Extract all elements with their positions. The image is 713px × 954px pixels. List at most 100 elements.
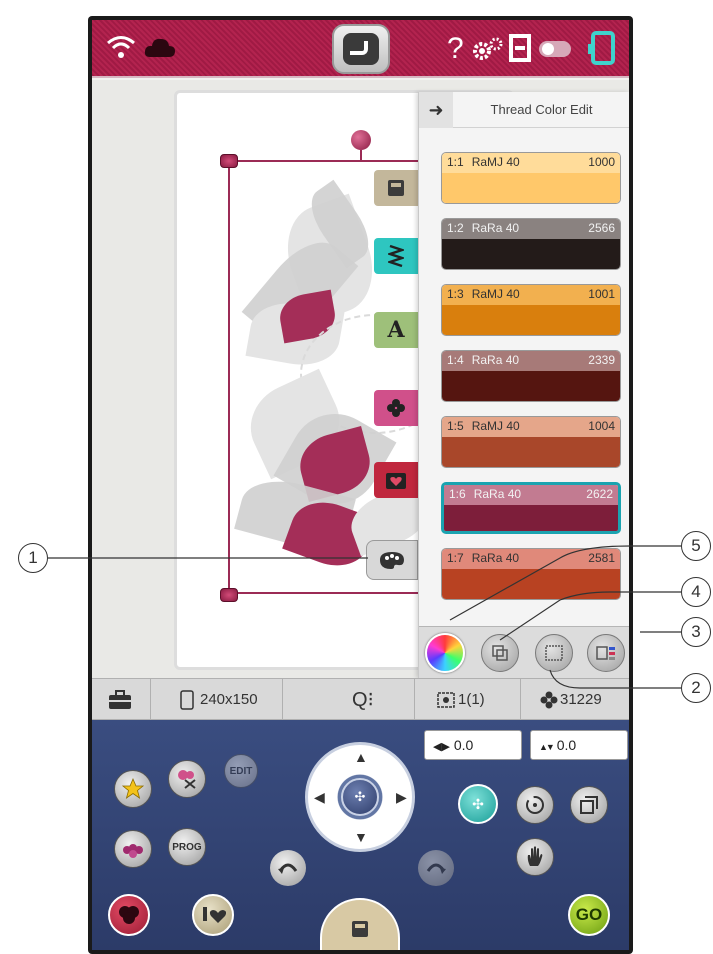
thread-number: 2566 xyxy=(588,221,615,235)
pan-hand-button[interactable] xyxy=(516,838,554,876)
divider xyxy=(282,679,283,721)
zoom-icon[interactable]: Q⁝ xyxy=(352,687,374,712)
home-icon xyxy=(343,33,379,65)
thread-label: 1:6 RaRa 40 2622 xyxy=(444,485,618,505)
color-count: 1(1) xyxy=(458,691,485,708)
thread-index-name: 1:6 xyxy=(449,487,466,501)
thread-brand: RaRa 40 xyxy=(471,221,520,235)
x-offset-field[interactable]: ◀▶ 0.0 xyxy=(424,730,522,760)
help-icon[interactable]: ? xyxy=(447,20,464,78)
divider xyxy=(520,679,521,721)
thread-brand: RaMJ 40 xyxy=(471,287,520,301)
sort-icon[interactable] xyxy=(535,634,573,672)
favorite-star-button[interactable] xyxy=(114,770,152,808)
grape-design-button[interactable] xyxy=(114,830,152,868)
scale-mode-button[interactable] xyxy=(570,786,608,824)
thread-number: 2622 xyxy=(586,487,613,501)
flower-tab[interactable] xyxy=(374,390,418,426)
thread-index-name: 1:3 xyxy=(447,287,464,301)
thread-color-fill xyxy=(442,173,620,203)
thread-swatch[interactable]: 1:1 RaMJ 40 1000 xyxy=(441,152,621,204)
thread-label: 1:3 RaMJ 40 1001 xyxy=(442,285,620,305)
callout-5: 5 xyxy=(681,531,711,561)
go-button[interactable]: GO xyxy=(568,894,610,936)
position-dpad[interactable]: ▲ ▼ ◀ ▶ ✣ xyxy=(305,742,415,852)
thread-label: 1:1 RaMJ 40 1000 xyxy=(442,153,620,173)
thread-swatch[interactable]: 1:6 RaRa 40 2622 xyxy=(441,482,621,534)
thread-swatch[interactable]: 1:3 RaMJ 40 1001 xyxy=(441,284,621,336)
callout-4: 4 xyxy=(681,577,711,607)
group-icon[interactable] xyxy=(481,634,519,672)
thread-color-fill xyxy=(442,569,620,599)
image-tab[interactable] xyxy=(374,170,418,206)
info-bar: 240x150 Q⁝ 1(1) 31229 xyxy=(92,678,629,721)
thread-number: 2339 xyxy=(588,353,615,367)
thread-brand: RaMJ 40 xyxy=(471,419,520,433)
selection-frame[interactable] xyxy=(228,160,438,594)
callout-3: 3 xyxy=(681,617,711,647)
hoop-icon[interactable] xyxy=(588,30,618,71)
redo-button[interactable] xyxy=(418,850,454,886)
bottom-tab-handle[interactable] xyxy=(320,898,400,950)
wifi-icon[interactable] xyxy=(106,34,136,65)
thread-swatch[interactable]: 1:5 RaMJ 40 1004 xyxy=(441,416,621,468)
hoop-size-icon xyxy=(180,690,194,715)
thread-color-fill xyxy=(442,371,620,401)
prog-button[interactable]: PROG xyxy=(168,828,206,866)
x-offset-value: 0.0 xyxy=(453,737,474,753)
move-mode-button[interactable]: ✣ xyxy=(458,784,498,824)
rotate-handle-stem xyxy=(360,150,362,162)
cloud-icon[interactable] xyxy=(144,36,176,63)
thread-swatch[interactable]: 1:2 RaRa 40 2566 xyxy=(441,218,621,270)
screen: ? A ➜ Thread Color Edit 1:1 RaMJ 40 1000… xyxy=(92,20,629,950)
color-wheel-icon[interactable] xyxy=(425,633,465,673)
text-tab[interactable]: A xyxy=(374,312,418,348)
heart-folder-tab[interactable] xyxy=(374,462,418,498)
rotate-mode-button[interactable] xyxy=(516,786,554,824)
palette-tab[interactable] xyxy=(366,540,418,580)
y-offset-value: 0.0 xyxy=(556,737,577,753)
cut-design-button[interactable] xyxy=(168,760,206,798)
callout-1: 1 xyxy=(18,543,48,573)
toggle-icon[interactable] xyxy=(538,40,572,63)
thread-number: 1000 xyxy=(588,155,615,169)
rotate-handle[interactable] xyxy=(351,130,371,150)
memory-icon[interactable] xyxy=(509,34,531,67)
home-button[interactable] xyxy=(332,24,390,74)
color-block-icon xyxy=(436,691,456,714)
thread-swatch[interactable]: 1:7 RaRa 40 2581 xyxy=(441,548,621,600)
thread-label: 1:4 RaRa 40 2339 xyxy=(442,351,620,371)
edit-button[interactable]: EDIT xyxy=(224,754,258,788)
resize-handle-top-left[interactable] xyxy=(220,154,238,168)
design-menu-button[interactable] xyxy=(108,894,150,936)
thread-brand: RaRa 40 xyxy=(471,551,520,565)
thread-index-name: 1:4 xyxy=(447,353,464,367)
divider xyxy=(150,679,151,721)
y-offset-field[interactable]: ▲▼ 0.0 xyxy=(530,730,628,760)
settings-icon[interactable] xyxy=(472,36,504,67)
arrow-down-icon[interactable]: ▼ xyxy=(354,829,368,845)
toolbox-icon[interactable] xyxy=(108,690,132,715)
callout-2: 2 xyxy=(681,673,711,703)
arrow-up-icon[interactable]: ▲ xyxy=(354,749,368,765)
thread-brand: RaMJ 40 xyxy=(471,155,520,169)
thread-color-fill xyxy=(442,239,620,269)
thread-index-name: 1:7 xyxy=(447,551,464,565)
stitch-menu-button[interactable] xyxy=(192,894,234,936)
stitch-tab[interactable] xyxy=(374,238,418,274)
thread-label: 1:5 RaMJ 40 1004 xyxy=(442,417,620,437)
thread-number: 2581 xyxy=(588,551,615,565)
thread-brand: RaRa 40 xyxy=(473,487,522,501)
undo-button[interactable] xyxy=(270,850,306,886)
panel-footer xyxy=(419,626,629,678)
thread-color-panel: ➜ Thread Color Edit 1:1 RaMJ 40 1000 1:2 RaR… xyxy=(418,92,629,678)
hoop-size[interactable]: 240x150 xyxy=(200,691,258,708)
thread-list-icon[interactable] xyxy=(587,634,625,672)
resize-handle-bottom-left[interactable] xyxy=(220,588,238,602)
close-panel-arrow-icon[interactable]: ➜ xyxy=(419,92,453,128)
thread-list[interactable]: 1:1 RaMJ 40 1000 1:2 RaRa 40 2566 1:3 RaMJ 40 10… xyxy=(419,128,629,626)
thread-swatch[interactable]: 1:4 RaRa 40 2339 xyxy=(441,350,621,402)
arrow-right-icon[interactable]: ▶ xyxy=(396,789,407,806)
arrow-left-icon[interactable]: ◀ xyxy=(314,789,325,806)
center-move-icon[interactable]: ✣ xyxy=(341,778,379,816)
